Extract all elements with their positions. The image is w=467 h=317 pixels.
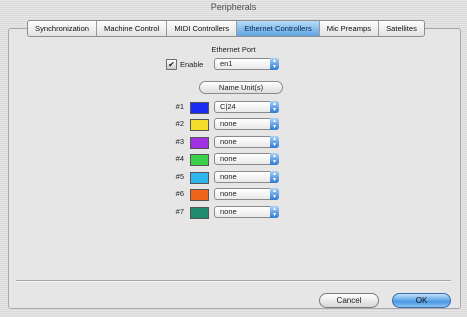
tab-ethernet-controllers[interactable]: Ethernet Controllers bbox=[237, 21, 320, 36]
controller-color-swatch bbox=[190, 102, 209, 114]
popup-arrows-icon: ▲ ▼ bbox=[270, 188, 279, 200]
controller-select[interactable]: none ▲ ▼ bbox=[214, 188, 279, 200]
controller-select-value: none bbox=[220, 137, 237, 146]
ethernet-port-value: en1 bbox=[220, 59, 233, 68]
controller-color-swatch bbox=[190, 154, 209, 166]
controller-select-value: C|24 bbox=[220, 102, 236, 111]
controller-number: #3 bbox=[175, 137, 184, 146]
controller-number: #2 bbox=[175, 119, 184, 128]
name-units-button[interactable]: Name Unit(s) bbox=[199, 81, 283, 94]
tab-mic-preamps[interactable]: Mic Preamps bbox=[320, 21, 380, 36]
controller-select[interactable]: none ▲ ▼ bbox=[214, 206, 279, 218]
popup-arrows-icon: ▲ ▼ bbox=[270, 118, 279, 130]
controller-color-swatch bbox=[190, 207, 209, 219]
cancel-button[interactable]: Cancel bbox=[319, 293, 379, 308]
controller-color-swatch bbox=[190, 137, 209, 149]
controller-number: #5 bbox=[175, 172, 184, 181]
controller-select-value: none bbox=[220, 154, 237, 163]
tab-machine-control[interactable]: Machine Control bbox=[97, 21, 168, 36]
popup-arrows-icon: ▲ ▼ bbox=[270, 206, 279, 218]
popup-arrows-icon: ▲ ▼ bbox=[270, 58, 279, 70]
popup-arrows-icon: ▲ ▼ bbox=[270, 171, 279, 183]
controller-color-swatch bbox=[190, 172, 209, 184]
enable-control[interactable]: ✔ Enable bbox=[166, 58, 203, 70]
controller-select-value: none bbox=[220, 189, 237, 198]
controller-number: #6 bbox=[175, 189, 184, 198]
ok-button[interactable]: OK bbox=[392, 293, 451, 308]
tab-midi-controllers[interactable]: MIDI Controllers bbox=[167, 21, 238, 36]
controller-select[interactable]: none ▲ ▼ bbox=[214, 153, 279, 165]
divider bbox=[16, 280, 451, 282]
controller-select[interactable]: none ▲ ▼ bbox=[214, 136, 279, 148]
tab-satellites[interactable]: Satellites bbox=[379, 21, 424, 36]
tab-bar: Synchronization Machine Control MIDI Con… bbox=[27, 20, 425, 37]
window-title: Peripherals bbox=[210, 2, 257, 12]
ethernet-port-select[interactable]: en1 ▲ ▼ bbox=[214, 58, 279, 70]
controller-color-swatch bbox=[190, 119, 209, 131]
controller-number: #7 bbox=[175, 207, 184, 216]
tab-synchronization[interactable]: Synchronization bbox=[28, 21, 98, 36]
popup-arrows-icon: ▲ ▼ bbox=[270, 136, 279, 148]
ethernet-port-heading: Ethernet Port bbox=[211, 45, 256, 54]
controller-select-value: none bbox=[220, 172, 237, 181]
popup-arrows-icon: ▲ ▼ bbox=[270, 153, 279, 165]
controller-select[interactable]: none ▲ ▼ bbox=[214, 171, 279, 183]
controller-color-swatch bbox=[190, 189, 209, 201]
controller-select[interactable]: none ▲ ▼ bbox=[214, 118, 279, 130]
controller-number: #1 bbox=[175, 102, 184, 111]
popup-arrows-icon: ▲ ▼ bbox=[270, 101, 279, 113]
peripherals-panel bbox=[8, 28, 461, 309]
enable-label: Enable bbox=[180, 59, 204, 69]
controller-number: #4 bbox=[175, 154, 184, 163]
controller-select-value: none bbox=[220, 207, 237, 216]
enable-checkbox[interactable]: ✔ bbox=[166, 58, 177, 70]
controller-select-value: none bbox=[220, 119, 237, 128]
controller-select[interactable]: C|24 ▲ ▼ bbox=[214, 101, 279, 113]
